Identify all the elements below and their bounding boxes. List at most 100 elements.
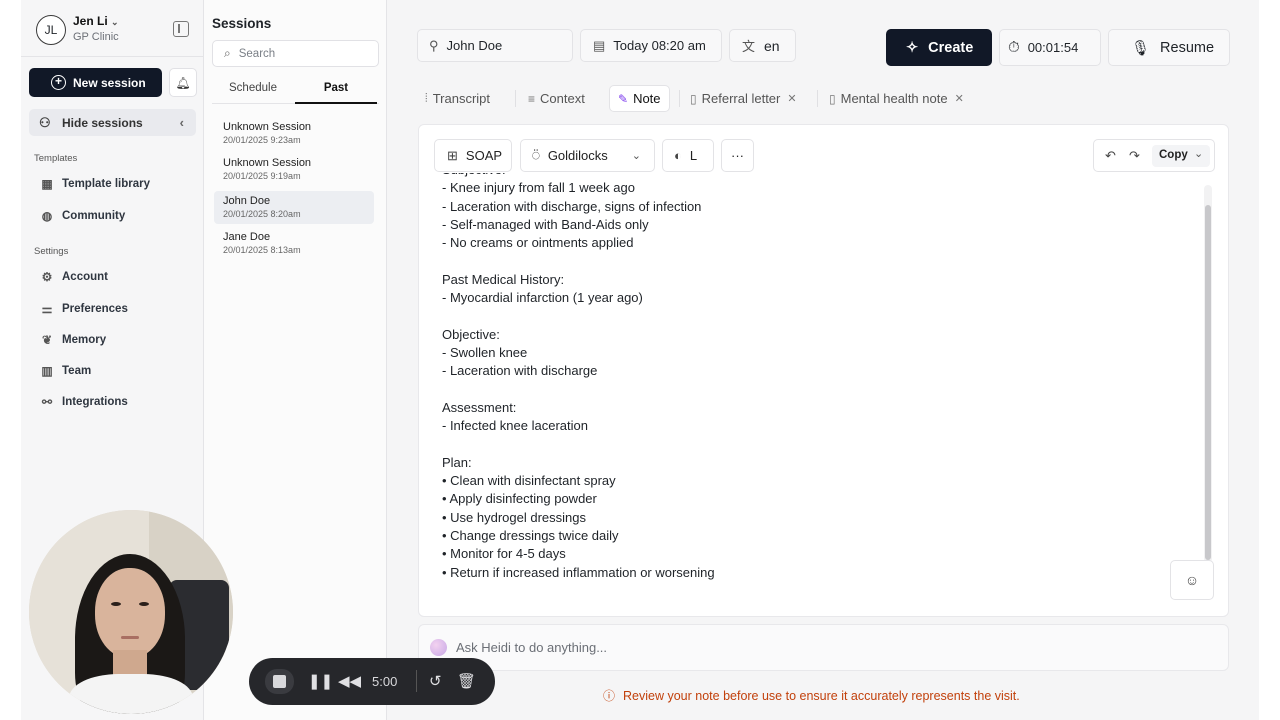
chevron-down-icon: ⌄ (1194, 148, 1204, 160)
session-date: 20/01/2025 8:13am (223, 245, 301, 255)
size-selector[interactable]: ◐ L (662, 139, 714, 172)
sidebar-item-memory[interactable]: ❦ Memory (39, 331, 106, 349)
session-list-item[interactable]: John Doe 20/01/2025 8:20am (214, 191, 374, 224)
sidebar-item-label: Integrations (62, 396, 128, 408)
review-disclaimer: ⓘ Review your note before use to ensure … (603, 687, 1020, 704)
warning-circle-icon: ⓘ (603, 689, 616, 703)
tab-label: Note (633, 91, 661, 106)
tab-label: Transcript (432, 91, 491, 106)
create-label: Create (928, 39, 974, 56)
tab-label: Mental health note (840, 91, 948, 106)
tab-schedule[interactable]: Schedule (212, 79, 294, 104)
sidebar-item-account[interactable]: ⚙ Account (39, 268, 108, 286)
sidebar-item-label: Account (62, 271, 108, 283)
close-icon[interactable]: ✕ (955, 92, 964, 105)
note-line: Objective: (442, 326, 500, 342)
tab-context[interactable]: ≡ Context (528, 85, 585, 112)
scroll-thumb[interactable] (1205, 205, 1211, 560)
patient-name-field[interactable]: ⚲ John Doe (417, 29, 573, 62)
create-button[interactable]: ✧ Create (886, 29, 992, 66)
template-selector[interactable]: ⊞ SOAP (434, 139, 512, 172)
brain-icon: ❦ (41, 333, 53, 347)
language-code: en (764, 37, 780, 54)
user-list-icon: ⚇ (39, 114, 51, 130)
template-label: SOAP (465, 148, 503, 163)
notifications-button[interactable]: 🔔︎ (169, 68, 197, 97)
tab-past[interactable]: Past (295, 79, 377, 104)
pause-icon[interactable]: ❚❚ (308, 672, 333, 690)
session-list-item[interactable]: Jane Doe 20/01/2025 8:13am (214, 227, 374, 260)
grid-icon: ▦ (41, 177, 53, 191)
hide-sessions-button[interactable]: ⚇ Hide sessions ‹ (29, 109, 196, 136)
more-options-button[interactable]: ··· (721, 139, 754, 172)
user-icon: ⚲ (429, 37, 439, 53)
restart-icon[interactable]: ↺ (429, 672, 442, 690)
sidebar-toggle-icon[interactable] (173, 21, 189, 37)
tab-divider (679, 90, 680, 107)
webcam-preview (29, 510, 233, 714)
building-icon: ▥ (41, 364, 53, 378)
timer-display: ⏱ 00:01:54 (999, 29, 1101, 66)
sidebar-item-community[interactable]: ◍ Community (39, 207, 126, 225)
profile-switcher[interactable]: JL Jen Li ⌄ GP Clinic (36, 14, 119, 45)
sidebar-item-template-library[interactable]: ▦ Template library (39, 175, 150, 193)
search-input[interactable]: ⌕ Search (212, 40, 379, 67)
style-dropdown[interactable]: ⍥ Goldilocks ⌄ (520, 139, 655, 172)
note-scrollbar[interactable] (1204, 185, 1212, 563)
globe-icon: ◍ (41, 209, 53, 223)
style-label: Goldilocks (547, 148, 608, 163)
tab-transcript[interactable]: ⦙ Transcript (425, 85, 490, 112)
sidebar-item-preferences[interactable]: ⚌ Preferences (39, 300, 128, 318)
note-line (442, 307, 1182, 325)
stopwatch-icon: ⏱ (1008, 39, 1020, 56)
note-line: - Infected knee laceration (442, 418, 588, 434)
session-name: Unknown Session (223, 157, 312, 169)
stop-button[interactable] (265, 669, 294, 694)
tab-label: Context (540, 91, 585, 106)
trash-icon[interactable]: 🗑︎ (457, 672, 476, 690)
copy-button[interactable]: Copy ⌄ (1152, 145, 1210, 167)
timer-value: 00:01:54 (1027, 40, 1079, 55)
note-line (442, 381, 1182, 399)
session-list-item[interactable]: Unknown Session 20/01/2025 9:19am (214, 153, 374, 186)
plug-icon: ⚯ (41, 395, 53, 409)
sidebar-item-team[interactable]: ▥ Team (39, 362, 91, 380)
note-line: - Myocardial infarction (1 year ago) (442, 290, 643, 306)
contrast-icon: ◐ (674, 148, 682, 163)
new-session-button[interactable]: + New session (29, 68, 162, 97)
window-right-margin (1259, 0, 1280, 720)
resume-button[interactable]: 🎙︎ Resume (1108, 29, 1230, 66)
ask-placeholder: Ask Heidi to do anything... (456, 640, 608, 655)
document-icon: ▯ (829, 91, 836, 106)
calendar-icon: ▤ (593, 37, 606, 53)
microphone-icon: 🎙︎ (1131, 39, 1151, 57)
undo-icon[interactable]: ↶ (1105, 148, 1116, 164)
divider (416, 670, 417, 692)
size-label: L (689, 148, 698, 163)
redo-icon[interactable]: ↷ (1129, 148, 1140, 164)
webcam-person (111, 602, 121, 606)
sidebar-item-label: Template library (62, 178, 150, 190)
ask-heidi-input[interactable]: Ask Heidi to do anything... (418, 624, 1229, 671)
session-datetime-button[interactable]: ▤ Today 08:20 am (580, 29, 722, 62)
sliders-icon: ⚌ (41, 302, 53, 316)
note-line: - Swollen knee (442, 344, 528, 360)
note-line: • Monitor for 4-5 days (442, 546, 566, 562)
avatar: JL (36, 14, 66, 45)
language-button[interactable]: 文 en (729, 29, 796, 62)
note-content[interactable]: Subjective:- Knee injury from fall 1 wee… (442, 173, 1182, 609)
tab-label: Referral letter (701, 91, 781, 106)
voice-style-icon: ⍥ (532, 147, 540, 163)
text-lines-icon: ≡ (528, 91, 536, 106)
search-placeholder: Search (238, 47, 276, 60)
rewind-icon[interactable]: ◀◀ (338, 672, 361, 690)
close-icon[interactable]: ✕ (787, 92, 796, 105)
tab-referral-letter[interactable]: ▯ Referral letter ✕ (690, 85, 797, 112)
feedback-button[interactable]: ☺ (1170, 560, 1214, 600)
webcam-person (121, 636, 139, 639)
session-list-item[interactable]: Unknown Session 20/01/2025 9:23am (214, 117, 374, 150)
note-line (442, 435, 1182, 453)
sidebar-item-integrations[interactable]: ⚯ Integrations (39, 393, 128, 411)
tab-note[interactable]: ✎ Note (609, 85, 670, 112)
tab-mental-health-note[interactable]: ▯ Mental health note ✕ (829, 85, 964, 112)
